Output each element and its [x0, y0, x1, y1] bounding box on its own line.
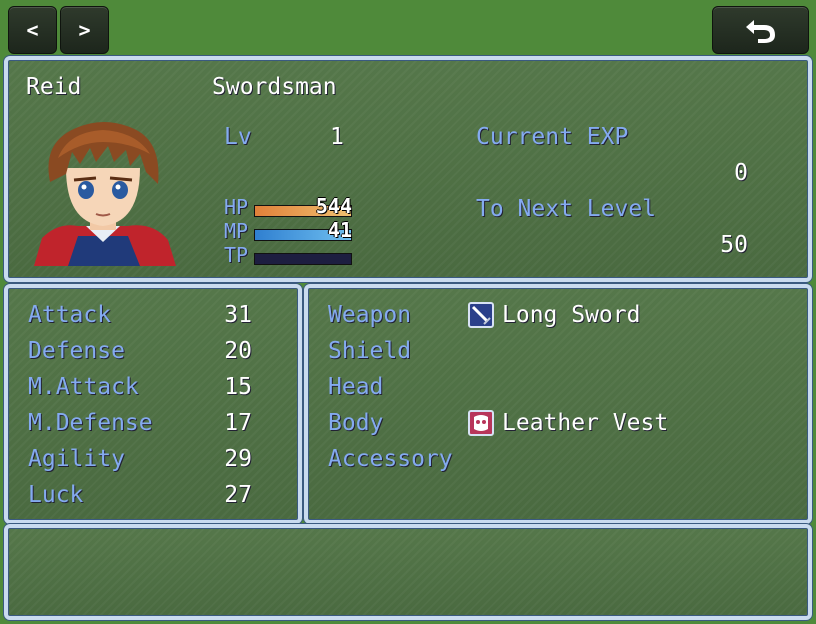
actor-class: Swordsman [212, 74, 337, 100]
return-arrow-icon [745, 20, 775, 43]
profile-window [4, 524, 812, 620]
prev-actor-button[interactable]: < [8, 6, 57, 54]
next-label: > [78, 18, 91, 42]
equip-item-name: Leather Vest [502, 410, 669, 436]
actor-name: Reid [26, 74, 82, 100]
next-level-value: 50 [720, 232, 748, 258]
param-value: 17 [224, 410, 252, 436]
current-exp-label: Current EXP [476, 124, 629, 150]
param-label: Luck [28, 482, 84, 508]
param-label: Agility [28, 446, 125, 472]
equip-slot-label: Weapon [328, 302, 412, 328]
top-bar: < > [0, 0, 816, 56]
back-button[interactable] [712, 6, 809, 54]
current-exp-value: 0 [734, 160, 748, 186]
param-value: 31 [224, 302, 252, 328]
status-window: Reid Swordsman Lv 1 Current EXP 0 To Nex… [4, 56, 812, 282]
hp-value: 544 [315, 194, 352, 218]
armor-icon [468, 410, 494, 436]
param-label: M.Attack [28, 374, 139, 400]
param-label: Defense [28, 338, 125, 364]
param-value: 29 [224, 446, 252, 472]
param-value: 20 [224, 338, 252, 364]
equip-slot-label: Body [328, 410, 384, 436]
next-actor-button[interactable]: > [60, 6, 109, 54]
tp-label: TP [224, 243, 249, 267]
equip-slot-label: Accessory [328, 446, 453, 472]
param-label: Attack [28, 302, 112, 328]
mp-value: 41 [327, 218, 352, 242]
equip-item-name: Long Sword [502, 302, 641, 328]
param-value: 27 [224, 482, 252, 508]
next-level-label: To Next Level [476, 196, 657, 222]
param-label: M.Defense [28, 410, 153, 436]
equip-slot-label: Head [328, 374, 384, 400]
parameters-window: Attack 31 Defense 20 M.Attack 15 M.Defense 17 Ag… [4, 284, 302, 524]
equip-slot-label: Shield [328, 338, 412, 364]
equipment-window: Weapon Long Sword Shield Head Body Leather Ve… [304, 284, 812, 524]
actor-portrait [28, 118, 178, 266]
sword-icon [468, 302, 494, 328]
level-label: Lv [224, 124, 252, 150]
level-value: 1 [330, 124, 344, 150]
prev-label: < [26, 18, 39, 42]
param-value: 15 [224, 374, 252, 400]
tp-gauge [254, 253, 352, 265]
